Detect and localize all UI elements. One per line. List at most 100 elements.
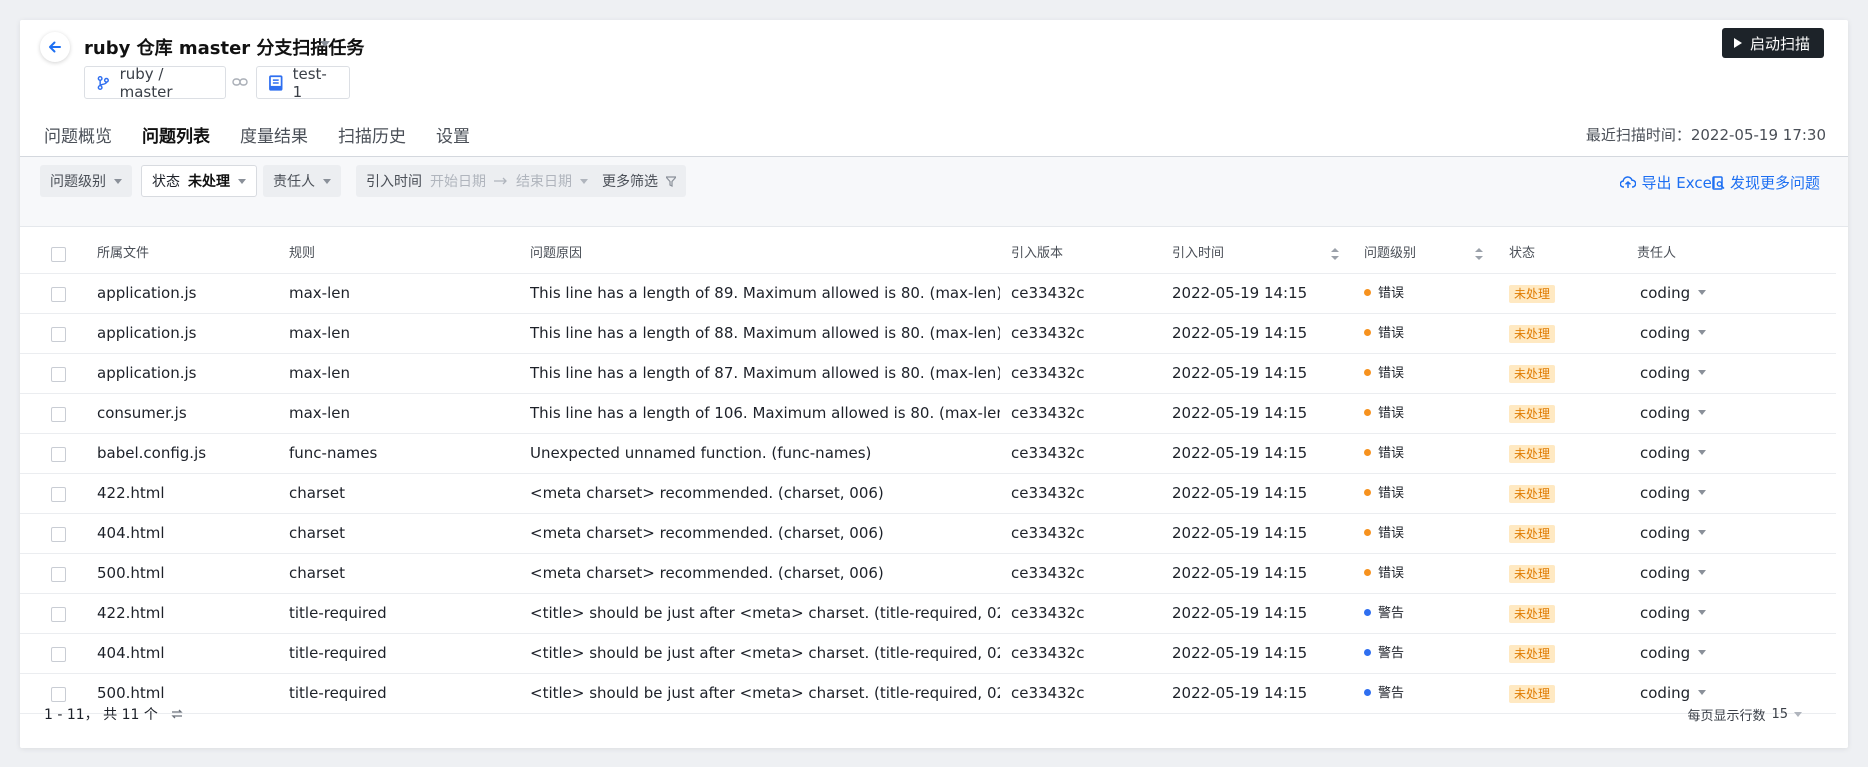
select-all-checkbox[interactable] — [51, 247, 66, 262]
row-version: ce33432c — [1011, 284, 1085, 302]
row-version: ce33432c — [1011, 604, 1085, 622]
table-row[interactable]: 500.html charset <meta charset> recommende… — [20, 554, 1836, 594]
row-assignee[interactable]: coding — [1640, 354, 1707, 393]
sort-level-icon[interactable] — [1475, 248, 1483, 260]
assignee-filter[interactable]: 责任人 — [263, 165, 341, 197]
row-assignee-label: coding — [1640, 604, 1691, 622]
page-size-selector[interactable]: 每页显示行数 15 — [1687, 705, 1802, 724]
more-filters-button[interactable]: 更多筛选 — [592, 165, 686, 197]
row-version: ce33432c — [1011, 644, 1085, 662]
row-checkbox[interactable] — [51, 287, 66, 302]
table-row[interactable]: 404.html title-required <title> should be … — [20, 634, 1836, 674]
start-scan-button[interactable]: 启动扫描 — [1721, 28, 1824, 58]
row-rule: charset — [289, 564, 346, 582]
chevron-down-icon — [323, 178, 331, 184]
row-assignee[interactable]: coding — [1640, 594, 1707, 633]
row-level-label: 警告 — [1378, 606, 1405, 621]
table-row[interactable]: application.js max-len This line has a len… — [20, 314, 1836, 354]
row-reason: <meta charset> recommended. (charset, 00… — [530, 524, 884, 542]
row-checkbox[interactable] — [51, 487, 66, 502]
level-filter[interactable]: 问题级别 — [40, 165, 132, 197]
tab-overview[interactable]: 问题概览 — [44, 122, 112, 157]
sort-time-icon[interactable] — [1331, 248, 1339, 260]
row-time: 2022-05-19 14:15 — [1172, 524, 1308, 542]
start-date-input[interactable]: 开始日期 — [430, 171, 486, 191]
tab-scan-history[interactable]: 扫描历史 — [338, 122, 406, 157]
row-version: ce33432c — [1011, 684, 1085, 702]
table-row[interactable]: 422.html charset <meta charset> recommende… — [20, 474, 1836, 514]
plan-icon — [269, 74, 283, 91]
row-reason: This line has a length of 106. Maximum a… — [530, 404, 1000, 422]
start-scan-label: 启动扫描 — [1749, 34, 1810, 53]
row-status: 未处理 — [1509, 434, 1556, 473]
row-checkbox[interactable] — [51, 527, 66, 542]
row-rule: title-required — [289, 684, 387, 702]
chevron-down-icon — [1698, 450, 1707, 455]
refresh-icon[interactable] — [170, 708, 184, 720]
row-reason: <meta charset> recommended. (charset, 00… — [530, 484, 884, 502]
branch-chip[interactable]: ruby / master — [84, 65, 226, 101]
branch-icon — [97, 75, 109, 90]
chevron-down-icon — [1698, 690, 1707, 695]
tab-settings[interactable]: 设置 — [436, 122, 470, 157]
row-assignee[interactable]: coding — [1640, 514, 1707, 553]
row-checkbox[interactable] — [51, 687, 66, 702]
row-checkbox[interactable] — [51, 607, 66, 622]
chevron-down-icon — [1698, 370, 1707, 375]
task-card: ruby 仓库 master 分支扫描任务 启动扫描 ruby / master… — [20, 20, 1848, 748]
row-status: 未处理 — [1509, 674, 1556, 713]
row-assignee[interactable]: coding — [1640, 434, 1707, 473]
row-checkbox[interactable] — [51, 647, 66, 662]
row-assignee[interactable]: coding — [1640, 554, 1707, 593]
link-icon — [232, 78, 248, 86]
table-row[interactable]: 500.html title-required <title> should be … — [20, 674, 1836, 714]
row-file: application.js — [97, 284, 197, 302]
arrow-right-icon — [494, 177, 507, 185]
export-excel-link[interactable]: 导出 Excel — [1620, 172, 1716, 193]
table-row[interactable]: 404.html charset <meta charset> recommende… — [20, 514, 1836, 554]
row-reason: Unexpected unnamed function. (func-names… — [530, 444, 872, 462]
status-filter[interactable]: 状态 未处理 — [141, 165, 257, 197]
row-time: 2022-05-19 14:15 — [1172, 404, 1308, 422]
row-assignee[interactable]: coding — [1640, 314, 1707, 353]
row-assignee[interactable]: coding — [1640, 474, 1707, 513]
table-row[interactable]: consumer.js max-len This line has a length… — [20, 394, 1836, 434]
row-rule: max-len — [289, 364, 350, 382]
status-badge: 未处理 — [1509, 684, 1556, 703]
plan-chip[interactable]: test-1 — [256, 64, 350, 101]
row-level: 警告 — [1364, 674, 1404, 713]
table-row[interactable]: babel.config.js func-names Unexpected unna… — [20, 434, 1836, 474]
tab-issue-list[interactable]: 问题列表 — [142, 122, 210, 161]
end-date-input[interactable]: 结束日期 — [516, 171, 572, 191]
play-icon — [1733, 38, 1742, 48]
row-checkbox[interactable] — [51, 367, 66, 382]
row-assignee[interactable]: coding — [1640, 634, 1707, 673]
status-badge: 未处理 — [1509, 484, 1556, 503]
row-file: 422.html — [97, 604, 165, 622]
discover-more-link[interactable]: 发现更多问题 — [1712, 172, 1820, 193]
row-assignee[interactable]: coding — [1640, 274, 1707, 313]
back-button[interactable] — [40, 32, 70, 62]
row-reason: <title> should be just after <meta> char… — [530, 644, 1000, 662]
table-row[interactable]: 422.html title-required <title> should be … — [20, 594, 1836, 634]
tab-metrics[interactable]: 度量结果 — [240, 122, 308, 157]
row-checkbox[interactable] — [51, 567, 66, 582]
row-checkbox[interactable] — [51, 447, 66, 462]
row-status: 未处理 — [1509, 594, 1556, 633]
plan-label: test-1 — [292, 64, 327, 101]
row-rule: max-len — [289, 324, 350, 342]
row-level-label: 错误 — [1378, 366, 1405, 381]
assignee-filter-label: 责任人 — [273, 174, 315, 190]
row-rule: max-len — [289, 284, 350, 302]
row-level: 警告 — [1364, 594, 1404, 633]
row-assignee[interactable]: coding — [1640, 394, 1707, 433]
intro-time-filter[interactable]: 引入时间 开始日期 结束日期 — [356, 165, 598, 197]
row-checkbox[interactable] — [51, 407, 66, 422]
table-row[interactable]: application.js max-len This line has a len… — [20, 274, 1836, 314]
row-level: 错误 — [1364, 554, 1404, 593]
row-level: 错误 — [1364, 434, 1404, 473]
title-dropdown-icon[interactable] — [320, 40, 330, 48]
row-rule: title-required — [289, 604, 387, 622]
table-row[interactable]: application.js max-len This line has a len… — [20, 354, 1836, 394]
row-checkbox[interactable] — [51, 327, 66, 342]
